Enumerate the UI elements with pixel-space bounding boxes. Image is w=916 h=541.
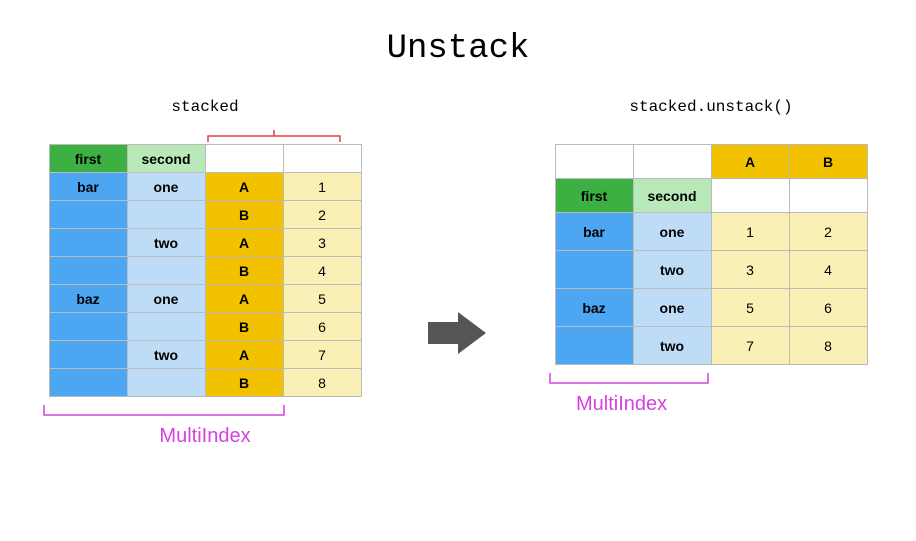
idx-second xyxy=(127,369,205,397)
idx-second: two xyxy=(633,251,711,289)
unstacked-panel: stacked.unstack() A B first second bar o… xyxy=(546,98,876,416)
table-row: two A 3 xyxy=(49,229,361,257)
header-first: first xyxy=(555,179,633,213)
table-row: bar one A 1 xyxy=(49,173,361,201)
idx-first xyxy=(49,257,127,285)
magenta-bracket-icon xyxy=(546,371,876,389)
idx-level: A xyxy=(205,229,283,257)
idx-second: two xyxy=(127,341,205,369)
value-cell: 4 xyxy=(789,251,867,289)
header-blank xyxy=(633,145,711,179)
idx-second: one xyxy=(127,173,205,201)
idx-second xyxy=(127,257,205,285)
table-row: B 2 xyxy=(49,201,361,229)
idx-level: A xyxy=(205,173,283,201)
value-cell: 1 xyxy=(283,173,361,201)
idx-first: baz xyxy=(49,285,127,313)
idx-first: bar xyxy=(49,173,127,201)
multiindex-label: MultiIndex xyxy=(159,425,250,448)
idx-first xyxy=(49,229,127,257)
value-cell: 5 xyxy=(283,285,361,313)
idx-second xyxy=(127,201,205,229)
value-cell: 3 xyxy=(283,229,361,257)
idx-second: one xyxy=(633,289,711,327)
red-bracket-wrap xyxy=(40,130,370,144)
table-row: two A 7 xyxy=(49,341,361,369)
value-cell: 5 xyxy=(711,289,789,327)
idx-level: B xyxy=(205,201,283,229)
page-title: Unstack xyxy=(40,30,876,68)
idx-first xyxy=(49,313,127,341)
value-cell: 1 xyxy=(711,213,789,251)
table-row: B 6 xyxy=(49,313,361,341)
col-header-B: B xyxy=(789,145,867,179)
header-second: second xyxy=(127,145,205,173)
idx-level: A xyxy=(205,285,283,313)
value-cell: 7 xyxy=(283,341,361,369)
value-cell: 6 xyxy=(283,313,361,341)
header-second: second xyxy=(633,179,711,213)
idx-second: two xyxy=(127,229,205,257)
header-blank xyxy=(789,179,867,213)
header-blank-1 xyxy=(205,145,283,173)
unstacked-table: A B first second bar one 1 2 two 3 4 xyxy=(555,144,868,365)
magenta-bracket-wrap xyxy=(546,371,876,389)
idx-first xyxy=(49,341,127,369)
idx-first xyxy=(49,201,127,229)
idx-level: B xyxy=(205,257,283,285)
idx-second xyxy=(127,313,205,341)
unstacked-index-header-row: first second xyxy=(555,179,867,213)
stacked-panel: stacked first second bar one A 1 xyxy=(40,98,370,448)
arrow-right-icon xyxy=(428,308,488,358)
unstacked-caption: stacked.unstack() xyxy=(629,98,792,120)
magenta-bracket-icon xyxy=(40,403,370,421)
multiindex-label: MultiIndex xyxy=(576,393,667,416)
magenta-bracket-wrap xyxy=(40,403,370,421)
header-first: first xyxy=(49,145,127,173)
value-cell: 4 xyxy=(283,257,361,285)
value-cell: 2 xyxy=(283,201,361,229)
idx-first: bar xyxy=(555,213,633,251)
idx-second: two xyxy=(633,327,711,365)
idx-first xyxy=(49,369,127,397)
diagram-wrap: stacked first second bar one A 1 xyxy=(40,98,876,448)
value-cell: 3 xyxy=(711,251,789,289)
col-header-A: A xyxy=(711,145,789,179)
table-row: two 3 4 xyxy=(555,251,867,289)
header-blank xyxy=(711,179,789,213)
value-cell: 7 xyxy=(711,327,789,365)
idx-first: baz xyxy=(555,289,633,327)
stacked-caption: stacked xyxy=(171,98,238,120)
value-cell: 8 xyxy=(789,327,867,365)
stacked-table: first second bar one A 1 B 2 two A xyxy=(49,144,362,397)
table-row: B 8 xyxy=(49,369,361,397)
idx-second: one xyxy=(127,285,205,313)
table-row: two 7 8 xyxy=(555,327,867,365)
red-bracket-icon xyxy=(40,130,370,144)
value-cell: 6 xyxy=(789,289,867,327)
table-row: baz one 5 6 xyxy=(555,289,867,327)
idx-level: B xyxy=(205,313,283,341)
idx-first xyxy=(555,251,633,289)
header-blank xyxy=(555,145,633,179)
table-row: bar one 1 2 xyxy=(555,213,867,251)
stacked-header-row: first second xyxy=(49,145,361,173)
arrow-wrap xyxy=(428,308,488,358)
value-cell: 8 xyxy=(283,369,361,397)
idx-second: one xyxy=(633,213,711,251)
idx-first xyxy=(555,327,633,365)
table-row: B 4 xyxy=(49,257,361,285)
unstacked-col-header-row: A B xyxy=(555,145,867,179)
table-row: baz one A 5 xyxy=(49,285,361,313)
idx-level: A xyxy=(205,341,283,369)
value-cell: 2 xyxy=(789,213,867,251)
header-blank-2 xyxy=(283,145,361,173)
idx-level: B xyxy=(205,369,283,397)
